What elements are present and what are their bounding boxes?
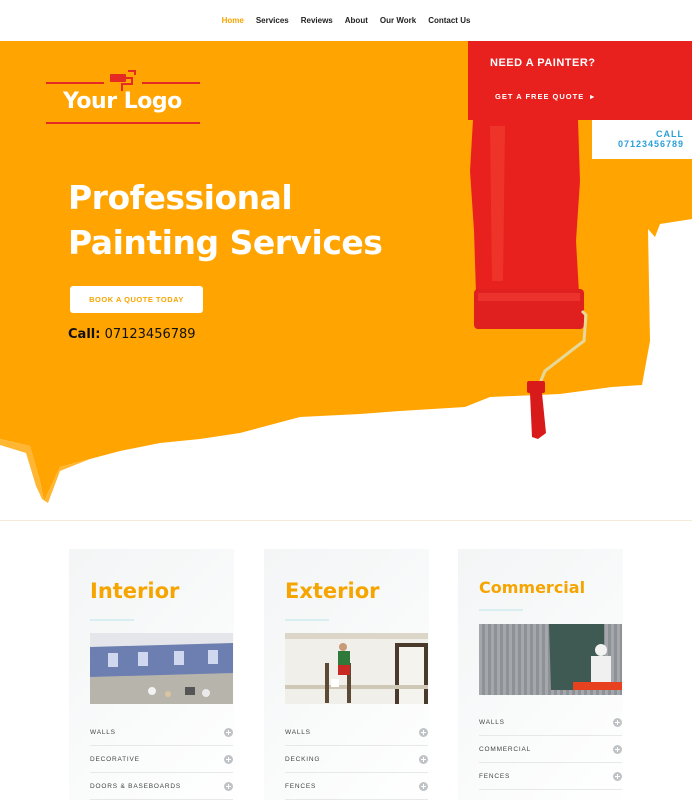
card-list-item[interactable]: WALLS xyxy=(285,719,428,746)
plus-circle-icon xyxy=(613,771,622,781)
logo-text: Your Logo xyxy=(63,89,182,114)
card-list-item[interactable]: WALLS xyxy=(90,719,233,746)
nav-about[interactable]: About xyxy=(345,16,368,25)
card-underline xyxy=(479,609,523,611)
logo-line-bottom xyxy=(46,122,200,124)
card-list-item[interactable]: DOORS & BASEBOARDS xyxy=(90,773,233,800)
logo[interactable]: Your Logo xyxy=(46,67,202,129)
plus-circle-icon xyxy=(224,754,233,764)
card-title: Commercial xyxy=(479,578,586,597)
card-title: Exterior xyxy=(285,579,380,603)
card-item-label: WALLS xyxy=(479,718,505,726)
headline-rest: Services xyxy=(218,223,383,262)
hero-headline: Professional Painting Services xyxy=(68,175,383,265)
plus-circle-icon xyxy=(419,781,428,791)
cta-title: NEED A PAINTER? xyxy=(490,57,596,69)
card-underline xyxy=(285,619,329,621)
painter-on-ladder-photo xyxy=(285,633,428,704)
service-card-exterior: Exterior WALLS DECKING FENCES xyxy=(264,549,429,800)
card-underline xyxy=(90,619,134,621)
call-number: 07123456789 xyxy=(100,327,196,342)
top-navigation: Home Services Reviews About Our Work Con… xyxy=(0,0,692,41)
hero-call-line[interactable]: Call: 07123456789 xyxy=(68,327,196,342)
nav-home[interactable]: Home xyxy=(222,16,244,25)
plus-circle-icon xyxy=(419,754,428,764)
page: Home Services Reviews About Our Work Con… xyxy=(0,0,692,800)
card-list-item[interactable]: FENCES xyxy=(479,763,622,790)
caret-right-icon: ▸ xyxy=(590,92,596,101)
card-item-label: WALLS xyxy=(90,728,116,736)
logo-line-right xyxy=(142,82,200,84)
card-item-label: DOORS & BASEBOARDS xyxy=(90,782,181,790)
logo-line-left xyxy=(46,82,104,84)
service-card-interior: Interior WALLS DECORATIVE DOORS & BASEBO… xyxy=(69,549,234,800)
need-a-painter-box: NEED A PAINTER? GET A FREE QUOTE ▸ xyxy=(468,41,692,120)
card-item-label: FENCES xyxy=(285,782,317,790)
card-list-item[interactable]: COMMERCIAL xyxy=(479,736,622,763)
call-box-number: 07123456789 xyxy=(617,139,684,149)
plus-circle-icon xyxy=(613,744,622,754)
plus-circle-icon xyxy=(613,717,622,727)
card-list-item[interactable]: DECKING xyxy=(285,746,428,773)
spray-painting-photo xyxy=(479,624,622,695)
book-quote-button[interactable]: BOOK A QUOTE TODAY xyxy=(70,286,203,313)
headline-bold: Painting xyxy=(68,223,219,262)
call-box[interactable]: CALL 07123456789 xyxy=(592,120,692,159)
card-list-item[interactable]: FENCES xyxy=(285,773,428,800)
section-divider xyxy=(0,520,692,521)
plus-circle-icon xyxy=(419,727,428,737)
card-item-label: COMMERCIAL xyxy=(479,745,532,753)
hero-section: Your Logo NEED A PAINTER? GET A FREE QUO… xyxy=(0,41,692,520)
card-item-label: DECORATIVE xyxy=(90,755,140,763)
call-label: Call: xyxy=(68,327,101,342)
card-list-item[interactable]: DECORATIVE xyxy=(90,746,233,773)
card-title: Interior xyxy=(90,579,180,603)
nav-contact-us[interactable]: Contact Us xyxy=(428,16,470,25)
plus-circle-icon xyxy=(224,781,233,791)
nav-reviews[interactable]: Reviews xyxy=(301,16,333,25)
headline-line1: Professional xyxy=(68,178,293,217)
nav-our-work[interactable]: Our Work xyxy=(380,16,416,25)
card-item-label: FENCES xyxy=(479,772,511,780)
plus-circle-icon xyxy=(224,727,233,737)
room-painting-photo xyxy=(90,633,233,704)
get-free-quote-label: GET A FREE QUOTE xyxy=(495,92,585,101)
get-free-quote-link[interactable]: GET A FREE QUOTE ▸ xyxy=(495,92,595,101)
nav-services[interactable]: Services xyxy=(256,16,289,25)
card-item-label: DECKING xyxy=(285,755,321,763)
call-box-label: CALL xyxy=(656,129,684,139)
card-item-label: WALLS xyxy=(285,728,311,736)
card-list-item[interactable]: WALLS xyxy=(479,709,622,736)
service-card-commercial: Commercial WALLS COMMERCIAL FENCES xyxy=(458,549,623,800)
